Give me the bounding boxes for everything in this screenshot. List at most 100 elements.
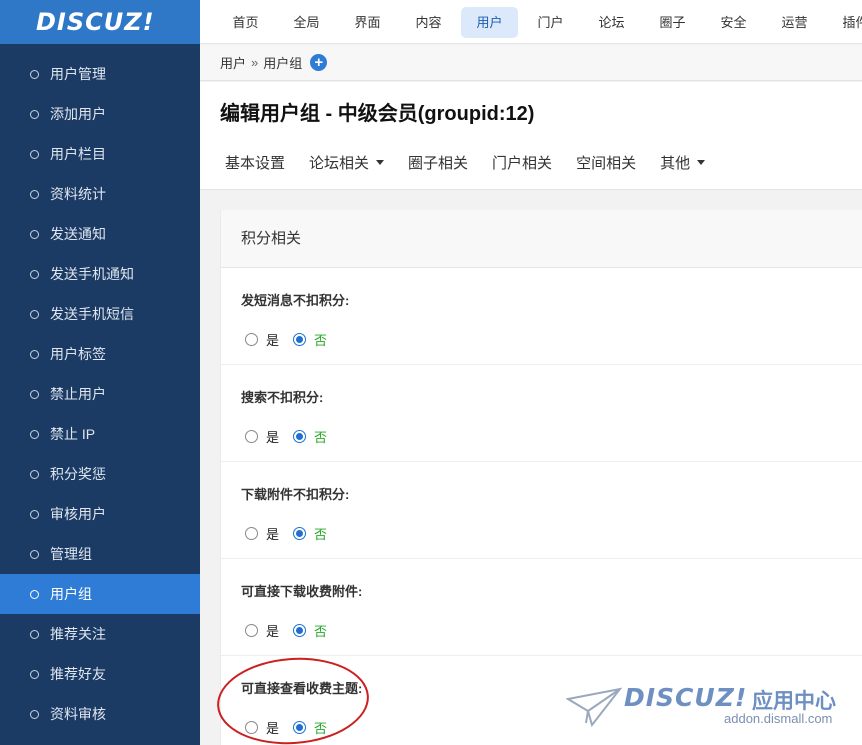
sidebar-item-admin-groups[interactable]: 管理组 [0,534,200,574]
circle-bullet-icon [30,149,39,159]
radio-no[interactable] [293,430,307,443]
sidebar-item-profile-review[interactable]: 资料审核 [0,694,200,734]
sidebar-item-send-mobile-notice[interactable]: 发送手机通知 [0,254,200,294]
sidebar-item-user-tags[interactable]: 用户标签 [0,334,200,374]
tab-forum[interactable]: 论坛相关 [309,152,385,173]
circle-bullet-icon [30,269,39,279]
add-icon[interactable]: + [310,54,328,71]
sidebar-item-credit-rewards[interactable]: 积分奖惩 [0,454,200,494]
radio-yes[interactable] [245,333,258,346]
page-title: 编辑用户组 - 中级会员(groupid:12) [220,103,535,125]
sidebar-item-label: 推荐好友 [50,666,106,682]
logo[interactable]: DISCUZ! [0,0,200,44]
setting-download-no-credit: 下载附件不扣积分: 是 否 [221,462,862,559]
sidebar-item-profile-stats[interactable]: 资料统计 [0,174,200,214]
radio-yes-label[interactable]: 是 [266,621,279,640]
tab-label: 其他 [660,155,691,172]
circle-bullet-icon [30,629,39,639]
setting-label: 发短消息不扣积分: [241,293,350,308]
sidebar-item-label: 管理组 [50,546,92,562]
nav-group[interactable]: 圈子 [644,7,701,38]
radio-no[interactable] [293,527,307,540]
sidebar-item-user-columns[interactable]: 用户栏目 [0,134,200,174]
tab-label: 论坛相关 [309,155,370,172]
circle-bullet-icon [30,429,39,439]
breadcrumb-current: 用户组 [263,56,303,71]
circle-bullet-icon [30,469,39,479]
radio-no-label[interactable]: 否 [314,524,327,543]
sidebar-item-label: 审核用户 [50,506,106,522]
watermark: DISCUZ! 应用中心 addon.dismall.com [566,683,856,733]
circle-bullet-icon [30,109,39,119]
radio-no[interactable] [293,333,307,346]
radio-group: 是 否 [245,621,327,640]
sidebar-item-recommend-friends[interactable]: 推荐好友 [0,654,200,694]
tab-portal[interactable]: 门户相关 [492,152,552,173]
radio-group: 是 否 [245,427,327,446]
circle-bullet-icon [30,309,39,319]
sidebar-item-label: 推荐关注 [50,626,106,642]
tab-group[interactable]: 圈子相关 [408,152,468,173]
radio-yes[interactable] [245,430,258,443]
setting-label: 搜索不扣积分: [241,390,324,405]
nav-home[interactable]: 首页 [217,7,274,38]
nav-user[interactable]: 用户 [461,6,518,38]
radio-yes-label[interactable]: 是 [266,524,279,543]
sidebar-item-label: 禁止用户 [50,386,106,402]
sidebar-item-recommend-follow[interactable]: 推荐关注 [0,614,200,654]
sidebar-item-label: 禁止 IP [50,426,96,442]
nav-global[interactable]: 全局 [278,7,335,38]
circle-bullet-icon [30,589,39,599]
sidebar: DISCUZ! 用户管理 添加用户 用户栏目 资料统计 发送通知 发送手机通知 … [0,0,200,745]
sidebar-item-user-groups[interactable]: 用户组 [0,574,200,614]
sidebar-item-send-notice[interactable]: 发送通知 [0,214,200,254]
radio-yes-label[interactable]: 是 [266,330,279,349]
breadcrumb-root[interactable]: 用户 [220,53,246,72]
sidebar-item-send-sms[interactable]: 发送手机短信 [0,294,200,334]
caret-down-icon [697,160,706,165]
radio-yes-label[interactable]: 是 [266,427,279,446]
nav-operations[interactable]: 运营 [766,7,823,38]
sidebar-item-label: 发送手机短信 [50,306,134,322]
radio-yes[interactable] [245,624,258,637]
tab-label: 圈子相关 [408,155,469,172]
sidebar-list: 用户管理 添加用户 用户栏目 资料统计 发送通知 发送手机通知 发送手机短信 用… [0,44,200,734]
page-header: 编辑用户组 - 中级会员(groupid:12) 基本设置 论坛相关 圈子相关 … [200,82,862,190]
tab-basic-settings[interactable]: 基本设置 [225,152,285,173]
sidebar-item-label: 用户管理 [50,66,106,82]
circle-bullet-icon [30,69,39,79]
radio-no-label[interactable]: 否 [314,621,327,640]
sidebar-item-ban-user[interactable]: 禁止用户 [0,374,200,414]
sidebar-item-label: 发送手机通知 [50,266,134,282]
setting-search-no-credit: 搜索不扣积分: 是 否 [221,365,862,462]
setting-label: 可直接下载收费附件: [241,584,363,599]
paper-plane-icon [566,687,622,728]
sidebar-item-review-users[interactable]: 审核用户 [0,494,200,534]
radio-group: 是 否 [245,524,327,543]
tab-bar: 基本设置 论坛相关 圈子相关 门户相关 空间相关 其他 [225,152,729,173]
radio-yes[interactable] [245,527,258,540]
circle-bullet-icon [30,709,39,719]
circle-bullet-icon [30,509,39,519]
watermark-url: addon.dismall.com [724,711,833,726]
sidebar-item-label: 资料审核 [50,706,106,722]
nav-interface[interactable]: 界面 [339,7,396,38]
tab-label: 基本设置 [225,155,286,172]
nav-security[interactable]: 安全 [705,7,762,38]
radio-no[interactable] [293,624,307,637]
tab-other[interactable]: 其他 [660,152,706,173]
nav-portal[interactable]: 门户 [522,7,579,38]
setting-download-paid-attachments: 可直接下载收费附件: 是 否 [221,559,862,656]
circle-bullet-icon [30,189,39,199]
tab-space[interactable]: 空间相关 [576,152,636,173]
sidebar-item-add-user[interactable]: 添加用户 [0,94,200,134]
radio-no-label[interactable]: 否 [314,330,327,349]
radio-no-label[interactable]: 否 [314,427,327,446]
sidebar-item-user-management[interactable]: 用户管理 [0,54,200,94]
sidebar-item-label: 添加用户 [50,106,106,122]
tab-label: 门户相关 [492,155,553,172]
sidebar-item-ban-ip[interactable]: 禁止 IP [0,414,200,454]
nav-plugins[interactable]: 插件 [827,7,862,38]
nav-content[interactable]: 内容 [400,7,457,38]
nav-forum[interactable]: 论坛 [583,7,640,38]
